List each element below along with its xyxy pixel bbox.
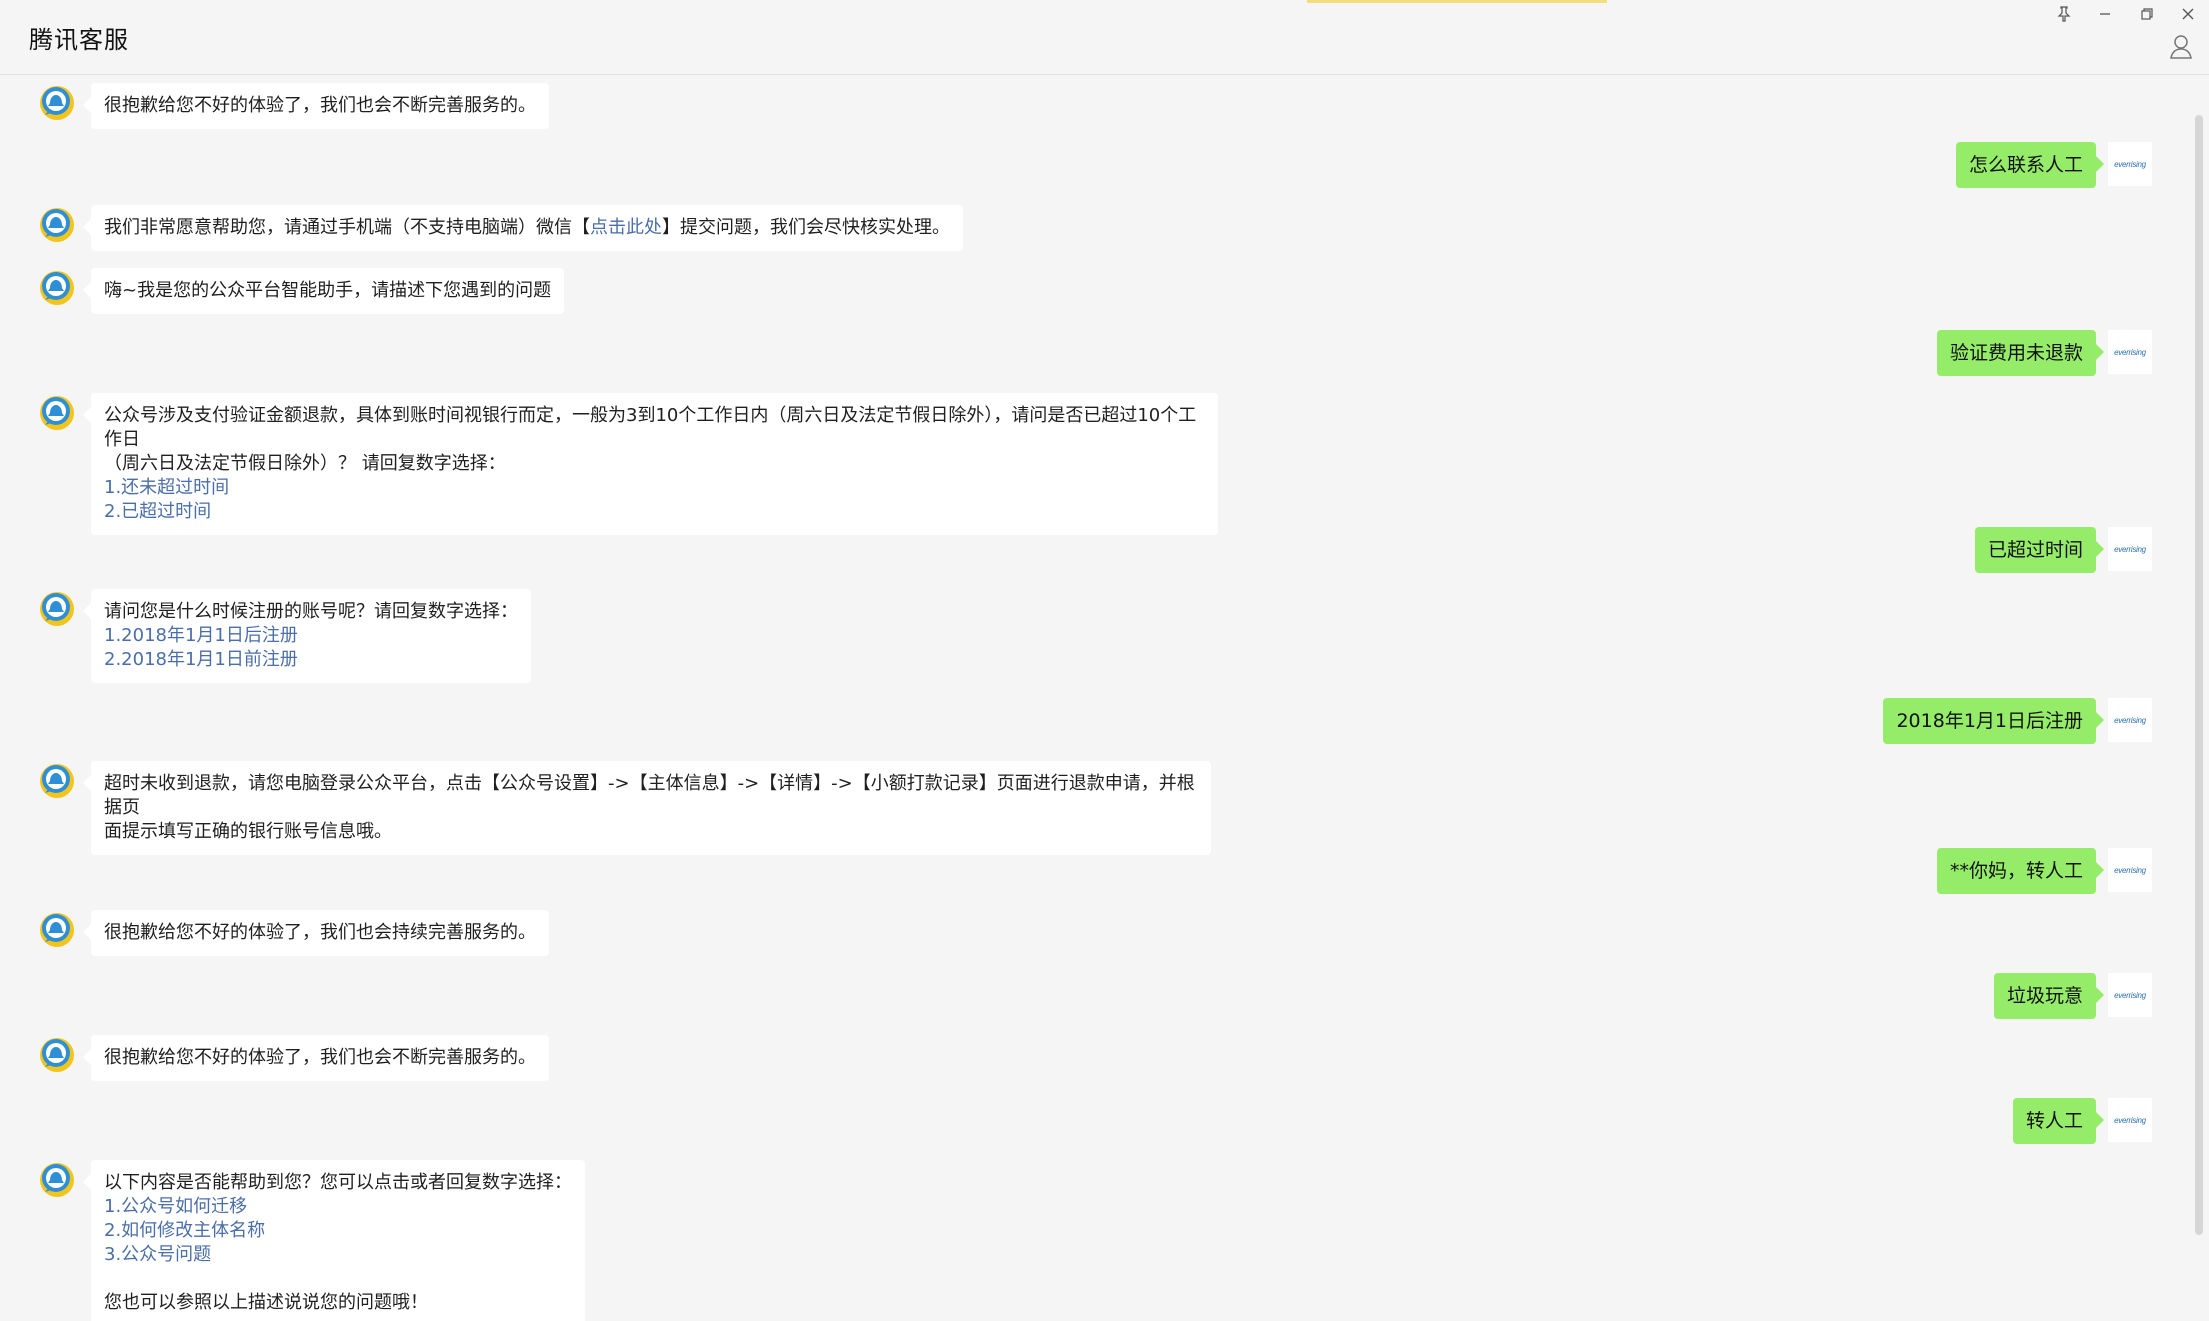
user-avatar: everrising	[2108, 527, 2152, 571]
message-text: 很抱歉给您不好的体验了，我们也会持续完善服务的。	[104, 922, 536, 943]
bot-avatar	[37, 393, 77, 433]
message-text: 我们非常愿意帮助您，请通过手机端（不支持电脑端）微信【	[104, 217, 590, 238]
user-bubble: 转人工	[2012, 1098, 2105, 1144]
pin-icon[interactable]	[2047, 2, 2081, 26]
message-text: 2018年1月1日后注册	[1896, 710, 2083, 732]
user-avatar-logo: everrising	[2114, 865, 2146, 875]
bot-avatar	[37, 268, 77, 308]
user-icon[interactable]	[2167, 32, 2195, 60]
message-text: 请问您是什么时候注册的账号呢？请回复数字选择：	[104, 601, 518, 622]
bot-bubble: 很抱歉给您不好的体验了，我们也会不断完善服务的。	[83, 1035, 549, 1081]
user-avatar-logo: everrising	[2114, 347, 2146, 357]
user-avatar-logo: everrising	[2114, 715, 2146, 725]
message-text: （周六日及法定节假日除外）？ 请回复数字选择：	[104, 453, 506, 474]
message-text: **你妈，转人工	[1949, 860, 2083, 882]
bot-bubble: 超时未收到退款，请您电脑登录公众平台，点击【公众号设置】->【主体信息】->【详…	[83, 761, 1211, 855]
user-avatar-logo: everrising	[2114, 544, 2146, 554]
bot-avatar	[37, 1035, 77, 1075]
click-here-link[interactable]: 点击此处	[590, 217, 662, 238]
option-link[interactable]: 2.已超过时间	[104, 500, 1205, 524]
window-title: 腾讯客服	[29, 26, 129, 54]
message-list[interactable]: 很抱歉给您不好的体验了，我们也会不断完善服务的。 怎么联系人工 everrisi…	[0, 75, 2190, 1321]
bot-bubble: 以下内容是否能帮助到您？您可以点击或者回复数字选择： 1.公众号如何迁移 2.如…	[83, 1160, 585, 1321]
bot-avatar	[37, 910, 77, 950]
message-text: 您也可以参照以上描述说说您的问题哦！	[104, 1292, 428, 1313]
user-bubble: 2018年1月1日后注册	[1883, 698, 2104, 744]
message-text: 超时未收到退款，请您电脑登录公众平台，点击【公众号设置】->【主体信息】->【详…	[104, 773, 1195, 818]
user-avatar: everrising	[2108, 698, 2152, 742]
bot-avatar	[37, 1160, 77, 1200]
bot-avatar	[37, 83, 77, 123]
message-text: 以下内容是否能帮助到您？您可以点击或者回复数字选择：	[104, 1172, 572, 1193]
user-bubble: **你妈，转人工	[1936, 848, 2105, 894]
user-avatar: everrising	[2108, 973, 2152, 1017]
message-text: 】提交问题，我们会尽快核实处理。	[662, 217, 950, 238]
title-bar: 腾讯客服	[0, 0, 2209, 75]
message-text: 很抱歉给您不好的体验了，我们也会不断完善服务的。	[104, 1047, 536, 1068]
option-link[interactable]: 1.还未超过时间	[104, 476, 1205, 500]
option-link[interactable]: 3.公众号问题	[104, 1243, 572, 1267]
message-text: 垃圾玩意	[2006, 985, 2083, 1007]
user-avatar-logo: everrising	[2114, 990, 2146, 1000]
user-avatar-logo: everrising	[2114, 1115, 2146, 1125]
option-link[interactable]: 1.公众号如何迁移	[104, 1195, 572, 1219]
title-accent-bar	[1307, 0, 1607, 3]
message-text: 验证费用未退款	[1949, 342, 2083, 364]
chat-window: 腾讯客服 很抱歉给您不好的体验了，我们也会不断完善服务的。 怎么联系人工 eve…	[0, 0, 2209, 1321]
minimize-icon[interactable]	[2088, 2, 2122, 26]
user-bubble: 垃圾玩意	[1993, 973, 2105, 1019]
bot-bubble: 很抱歉给您不好的体验了，我们也会不断完善服务的。	[83, 83, 549, 129]
user-avatar: everrising	[2108, 142, 2152, 186]
user-bubble: 怎么联系人工	[1955, 142, 2105, 188]
message-text: 怎么联系人工	[1968, 154, 2083, 176]
message-text: 转人工	[2025, 1110, 2083, 1132]
close-icon[interactable]	[2171, 2, 2205, 26]
bot-bubble: 公众号涉及支付验证金额退款，具体到账时间视银行而定，一般为3到10个工作日内（周…	[83, 393, 1218, 535]
bot-avatar	[37, 589, 77, 629]
restore-icon[interactable]	[2130, 2, 2164, 26]
user-avatar-logo: everrising	[2114, 159, 2146, 169]
message-text: 公众号涉及支付验证金额退款，具体到账时间视银行而定，一般为3到10个工作日内（周…	[104, 405, 1197, 450]
bot-bubble: 嗨~我是您的公众平台智能助手，请描述下您遇到的问题	[82, 268, 565, 314]
message-text: 很抱歉给您不好的体验了，我们也会不断完善服务的。	[104, 95, 536, 116]
bot-bubble: 请问您是什么时候注册的账号呢？请回复数字选择： 1.2018年1月1日后注册 2…	[83, 589, 531, 683]
bot-bubble: 很抱歉给您不好的体验了，我们也会持续完善服务的。	[83, 910, 549, 956]
scrollbar-thumb[interactable]	[2195, 115, 2203, 1235]
option-link[interactable]: 2.如何修改主体名称	[104, 1219, 572, 1243]
message-text: 面提示填写正确的银行账号信息哦。	[104, 821, 392, 842]
user-bubble: 已超过时间	[1974, 527, 2105, 573]
bot-bubble: 我们非常愿意帮助您，请通过手机端（不支持电脑端）微信【点击此处】提交问题，我们会…	[83, 205, 963, 251]
user-avatar: everrising	[2108, 848, 2152, 892]
user-avatar: everrising	[2108, 330, 2152, 374]
option-link[interactable]: 2.2018年1月1日前注册	[104, 648, 518, 672]
user-bubble: 验证费用未退款	[1936, 330, 2105, 376]
bot-avatar	[37, 761, 77, 801]
message-text: 已超过时间	[1987, 539, 2083, 561]
bot-avatar	[37, 205, 77, 245]
option-link[interactable]: 1.2018年1月1日后注册	[104, 624, 518, 648]
scrollbar[interactable]	[2195, 75, 2203, 1321]
message-text: 嗨~我是您的公众平台智能助手，请描述下您遇到的问题	[104, 280, 552, 301]
user-avatar: everrising	[2108, 1098, 2152, 1142]
